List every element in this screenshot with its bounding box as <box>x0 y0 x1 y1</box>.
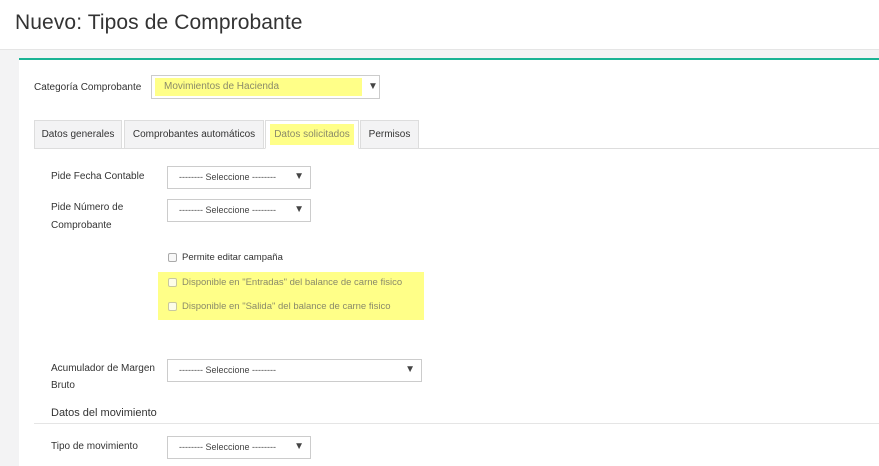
page-header: Nuevo: Tipos de Comprobante <box>0 0 879 50</box>
select-value: -------- Seleccione -------- <box>179 205 276 215</box>
tab-label: Comprobantes automáticos <box>132 129 256 140</box>
tab-label: Datos solicitados <box>274 129 350 140</box>
tab-datos-solicitados[interactable]: Datos solicitados <box>265 120 359 149</box>
acumulador-select[interactable]: -------- Seleccione -------- ▼ <box>167 359 422 382</box>
categoria-value: Movimientos de Hacienda <box>164 81 280 92</box>
fecha-contable-select[interactable]: -------- Seleccione -------- ▼ <box>167 166 311 189</box>
select-value: -------- Seleccione -------- <box>179 365 276 375</box>
numero-comprobante-select[interactable]: -------- Seleccione -------- ▼ <box>167 199 311 222</box>
categoria-select[interactable]: Movimientos de Hacienda ▼ <box>151 75 380 99</box>
permite-editar-campana-label: Permite editar campaña <box>182 252 283 263</box>
select-value: -------- Seleccione -------- <box>179 442 276 452</box>
tab-datos-generales[interactable]: Datos generales <box>34 120 122 149</box>
categoria-label: Categoría Comprobante <box>34 82 142 93</box>
chevron-down-icon: ▼ <box>294 441 304 452</box>
chevron-down-icon: ▼ <box>294 171 304 182</box>
salida-checkbox[interactable] <box>168 302 177 311</box>
numero-comprobante-label-2: Comprobante <box>51 220 112 231</box>
entradas-checkbox[interactable] <box>168 278 177 287</box>
tab-label: Permisos <box>368 129 411 140</box>
tab-permisos[interactable]: Permisos <box>360 120 419 149</box>
acumulador-label-1: Acumulador de Margen <box>51 363 155 374</box>
entradas-label: Disponible en "Entradas" del balance de … <box>182 277 403 288</box>
chevron-down-icon: ▼ <box>405 364 415 375</box>
tipo-movimiento-label: Tipo de movimiento <box>51 441 138 452</box>
tab-comprobantes-automaticos[interactable]: Comprobantes automáticos <box>124 120 264 149</box>
permite-editar-campana-checkbox[interactable] <box>168 253 177 262</box>
acumulador-label-2: Bruto <box>51 380 75 391</box>
select-value: -------- Seleccione -------- <box>179 172 276 182</box>
numero-comprobante-label-1: Pide Número de <box>51 202 124 213</box>
chevron-down-icon: ▼ <box>368 81 378 92</box>
salida-label: Disponible en "Salida" del balance de ca… <box>182 301 391 312</box>
page-title: Nuevo: Tipos de Comprobante <box>15 11 303 34</box>
chevron-down-icon: ▼ <box>294 204 304 215</box>
section-divider <box>34 423 879 424</box>
tipo-movimiento-select[interactable]: -------- Seleccione -------- ▼ <box>167 436 311 459</box>
fecha-contable-label: Pide Fecha Contable <box>51 171 145 182</box>
tab-label: Datos generales <box>41 129 115 140</box>
datos-movimiento-heading: Datos del movimiento <box>51 407 157 419</box>
